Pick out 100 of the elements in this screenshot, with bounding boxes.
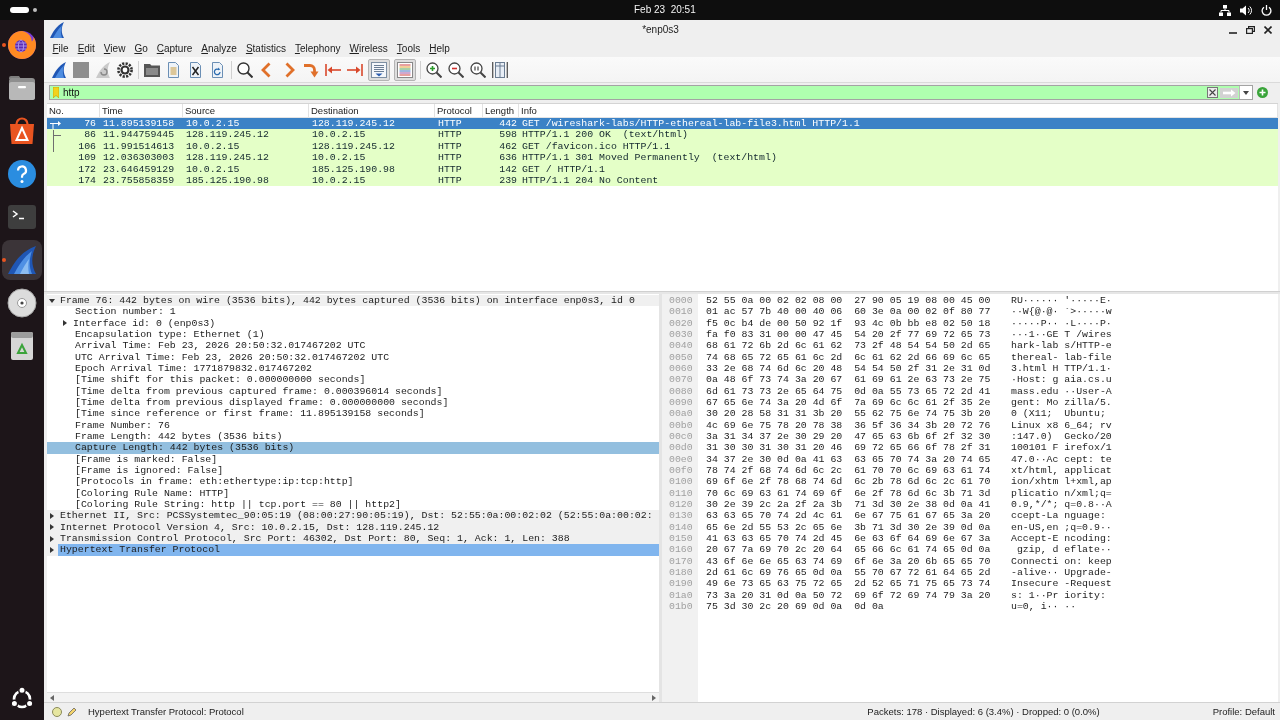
hex-bytes[interactable]: 70 6c 69 63 61 74 69 6f 6e 2f 78 6d 6c 3b 71 3d bbox=[706, 487, 1011, 499]
hex-bytes[interactable]: f5 0c b4 de 00 50 92 1f 93 4c 0b bb e8 02 50 18 bbox=[706, 317, 1011, 329]
hex-bytes[interactable]: 01 ac 57 7b 40 00 40 06 60 3e 0a 00 02 0f 80 77 bbox=[706, 306, 1011, 318]
ascii-text[interactable]: s: 1··Pr iority: bbox=[1011, 589, 1106, 601]
hex-bytes[interactable]: 68 61 72 6b 2d 6c 61 62 73 2f 48 54 54 50 2d 65 bbox=[706, 340, 1011, 352]
menu-item[interactable]: Statistics bbox=[241, 42, 291, 55]
add-icon[interactable] bbox=[1257, 87, 1268, 98]
packet-row[interactable]: 86 11.944759445 128.119.245.12 10.0.2.15 HTTP 598 HTTP/1.1 200 OK (text/html) bbox=[47, 129, 1278, 141]
hex-bytes[interactable]: 34 37 2e 30 0d 0a 41 63 63 65 70 74 3a 20 74 65 bbox=[706, 453, 1011, 465]
menu-item[interactable]: Tools bbox=[392, 42, 425, 55]
restart-icon[interactable] bbox=[95, 61, 111, 78]
ascii-text[interactable]: 0 (X11; Ubuntu; bbox=[1011, 408, 1106, 420]
packet-row[interactable]: 172 23.646459129 10.0.2.15 185.125.190.98 HTTP 142 GET / HTTP/1.1 bbox=[47, 163, 1278, 175]
tree-item[interactable]: UTC Arrival Time: Feb 23, 2026 20:50:32.017467202 UTC bbox=[47, 351, 659, 363]
column-header[interactable]: Time bbox=[100, 104, 183, 117]
power-icon[interactable] bbox=[1261, 4, 1272, 16]
search-icon[interactable] bbox=[237, 61, 253, 78]
zoom-reset-icon[interactable] bbox=[470, 61, 486, 78]
ascii-text[interactable]: -alive·· Upgrade- bbox=[1011, 566, 1112, 579]
caret-right-icon[interactable] bbox=[62, 320, 68, 327]
stop-icon[interactable] bbox=[73, 61, 89, 78]
column-header[interactable]: Source bbox=[183, 104, 309, 117]
hex-bytes[interactable]: 74 68 65 72 65 61 6c 2d 6c 61 62 2d 66 69 6c 65 bbox=[706, 351, 1011, 363]
packet-row[interactable]: 109 12.036303003 128.119.245.12 10.0.2.15 HTTP 636 HTTP/1.1 301 Moved Permanently (text/html) bbox=[47, 152, 1278, 164]
tree-item[interactable]: [Time delta from previous displayed frame: 0.000000000 seconds] bbox=[47, 396, 659, 409]
ascii-text[interactable]: Accept-E ncoding: bbox=[1011, 532, 1112, 545]
ascii-text[interactable]: gent: Mo zilla/5. bbox=[1011, 396, 1112, 409]
folder-icon[interactable] bbox=[144, 61, 160, 78]
hex-bytes[interactable]: 2d 61 6c 69 76 65 0d 0a 55 70 67 72 61 64 65 2d bbox=[706, 566, 1011, 579]
shark-fin-icon[interactable] bbox=[51, 61, 67, 78]
tree-item[interactable]: [Frame is marked: False] bbox=[47, 453, 659, 465]
hex-bytes[interactable]: fa f0 83 31 00 00 47 45 54 20 2f 77 69 72 65 73 bbox=[706, 329, 1011, 341]
column-header[interactable]: Destination bbox=[309, 104, 435, 117]
hex-bytes[interactable]: 75 3d 30 2c 20 69 0d 0a 0d 0a bbox=[706, 600, 1011, 613]
menu-item[interactable]: Wireless bbox=[345, 42, 393, 55]
tree-item[interactable]: [Time shift for this packet: 0.000000000 seconds] bbox=[47, 374, 659, 386]
hex-bytes[interactable]: 3a 31 34 37 2e 30 29 20 47 65 63 6b 6f 2f 32 30 bbox=[706, 430, 1011, 443]
caret-right-icon[interactable] bbox=[49, 546, 55, 553]
ascii-text[interactable]: 100101 F irefox/1 bbox=[1011, 442, 1112, 454]
column-header[interactable]: Info bbox=[519, 104, 1278, 117]
tree-item[interactable]: [Time since reference or first frame: 11.895139158 seconds] bbox=[47, 408, 659, 420]
hex-bytes[interactable]: 41 63 63 65 70 74 2d 45 6e 63 6f 64 69 6e 67 3a bbox=[706, 532, 1011, 545]
clear-icon[interactable] bbox=[1207, 87, 1218, 98]
column-header[interactable]: Length bbox=[483, 104, 519, 117]
tree-item[interactable]: [Frame is ignored: False] bbox=[47, 464, 659, 477]
tree-item[interactable]: Internet Protocol Version 4, Src: 10.0.2.15, Dst: 128.119.245.12 bbox=[58, 521, 659, 533]
menu-item[interactable]: Analyze bbox=[196, 42, 242, 55]
tree-item[interactable]: Frame Length: 442 bytes (3536 bits) bbox=[47, 430, 659, 443]
hex-bytes[interactable]: 43 6f 6e 6e 65 63 74 69 6f 6e 3a 20 6b 65 65 70 bbox=[706, 555, 1011, 567]
ascii-text[interactable]: :147.0) Gecko/20 bbox=[1011, 430, 1112, 443]
ascii-text[interactable]: ··W{@·@· `>·····w bbox=[1011, 306, 1112, 318]
ascii-text[interactable]: ·····P·· ·L····P· bbox=[1011, 317, 1112, 329]
column-header[interactable]: No. bbox=[47, 104, 100, 117]
ascii-text[interactable]: Connecti on: keep bbox=[1011, 555, 1112, 567]
hex-bytes[interactable]: 4c 69 6e 75 78 20 78 38 36 5f 36 34 3b 20 72 76 bbox=[706, 419, 1011, 431]
ascii-text[interactable]: u=0, i·· ·· bbox=[1011, 600, 1077, 613]
menu-item[interactable]: File bbox=[48, 42, 74, 55]
hex-bytes[interactable]: 20 67 7a 69 70 2c 20 64 65 66 6c 61 74 65 0d 0a bbox=[706, 544, 1011, 556]
gear-icon[interactable] bbox=[117, 61, 133, 78]
hex-bytes[interactable]: 30 20 28 58 31 31 3b 20 55 62 75 6e 74 75 3b 20 bbox=[706, 408, 1011, 420]
tree-item[interactable]: Hypertext Transfer Protocol bbox=[58, 544, 659, 556]
hex-bytes[interactable]: 0a 48 6f 73 74 3a 20 67 61 69 61 2e 63 73 2e 75 bbox=[706, 374, 1011, 386]
filter-input[interactable]: http bbox=[59, 86, 1207, 99]
resize-columns-icon[interactable] bbox=[492, 61, 508, 78]
hex-bytes[interactable]: 31 30 30 31 30 31 20 46 69 72 65 66 6f 78 2f 31 bbox=[706, 442, 1011, 454]
zoom-in-icon[interactable] bbox=[426, 61, 442, 78]
colorize-toggle[interactable] bbox=[394, 58, 416, 81]
tree-item[interactable]: [Protocols in frame: eth:ethertype:ip:tcp:http] bbox=[47, 476, 659, 488]
volume-icon[interactable] bbox=[1240, 4, 1252, 16]
menu-item[interactable]: Capture bbox=[152, 42, 197, 55]
ascii-text[interactable]: ion/xhtm l+xml,ap bbox=[1011, 476, 1112, 488]
ascii-text[interactable]: 0.9,*/*; q=0.8··A bbox=[1011, 498, 1112, 511]
tree-item[interactable]: Ethernet II, Src: PCSSystemtec_90:05:19 (08:00:27:90:05:19), Dst: 52:55:0a:00:02:02 (52:55:0a:00:02: bbox=[58, 510, 659, 522]
curved-arrow-icon[interactable] bbox=[303, 61, 319, 78]
ascii-text[interactable]: en-US,en ;q=0.9·· bbox=[1011, 521, 1112, 533]
close-document-icon[interactable] bbox=[188, 61, 204, 78]
ascii-text[interactable]: thereal- lab-file bbox=[1011, 351, 1112, 363]
ascii-text[interactable]: ccept-La nguage: bbox=[1011, 510, 1106, 522]
tree-item[interactable]: Frame 76: 442 bytes on wire (3536 bits), 442 bytes captured (3536 bits) on interface enp0s3, id 0 bbox=[58, 295, 659, 307]
caret-right-icon[interactable] bbox=[49, 524, 55, 531]
caret-down-icon[interactable] bbox=[49, 297, 55, 304]
hex-bytes[interactable]: 52 55 0a 00 02 02 08 00 27 90 05 19 08 00 45 00 bbox=[706, 295, 1011, 307]
network-icon[interactable] bbox=[1219, 4, 1231, 16]
scroll-left-icon[interactable] bbox=[50, 694, 54, 701]
dock-item[interactable] bbox=[2, 240, 42, 280]
ring-dots-icon[interactable] bbox=[10, 687, 34, 711]
pencil-icon[interactable] bbox=[67, 706, 77, 717]
hex-bytes[interactable]: 30 2e 39 2c 2a 2f 2a 3b 71 3d 30 2e 38 0d 0a 41 bbox=[706, 498, 1011, 511]
ascii-text[interactable]: gzip, d eflate·· bbox=[1011, 544, 1112, 556]
ascii-text[interactable]: mass.edu ··User-A bbox=[1011, 385, 1112, 397]
ascii-text[interactable]: hark-lab s/HTTP-e bbox=[1011, 340, 1112, 352]
expert-info-icon[interactable] bbox=[52, 706, 62, 717]
caret-down-icon[interactable] bbox=[1243, 90, 1249, 95]
hex-bytes[interactable]: 49 6e 73 65 63 75 72 65 2d 52 65 71 75 65 73 74 bbox=[706, 578, 1011, 590]
document-icon[interactable] bbox=[166, 61, 182, 78]
menu-item[interactable]: View bbox=[99, 42, 130, 55]
menu-item[interactable]: Go bbox=[129, 42, 153, 55]
reload-document-icon[interactable] bbox=[210, 61, 226, 78]
ascii-text[interactable]: 47.0··Ac cept: te bbox=[1011, 453, 1112, 465]
clock[interactable]: Feb 23 20:51 bbox=[634, 4, 696, 16]
